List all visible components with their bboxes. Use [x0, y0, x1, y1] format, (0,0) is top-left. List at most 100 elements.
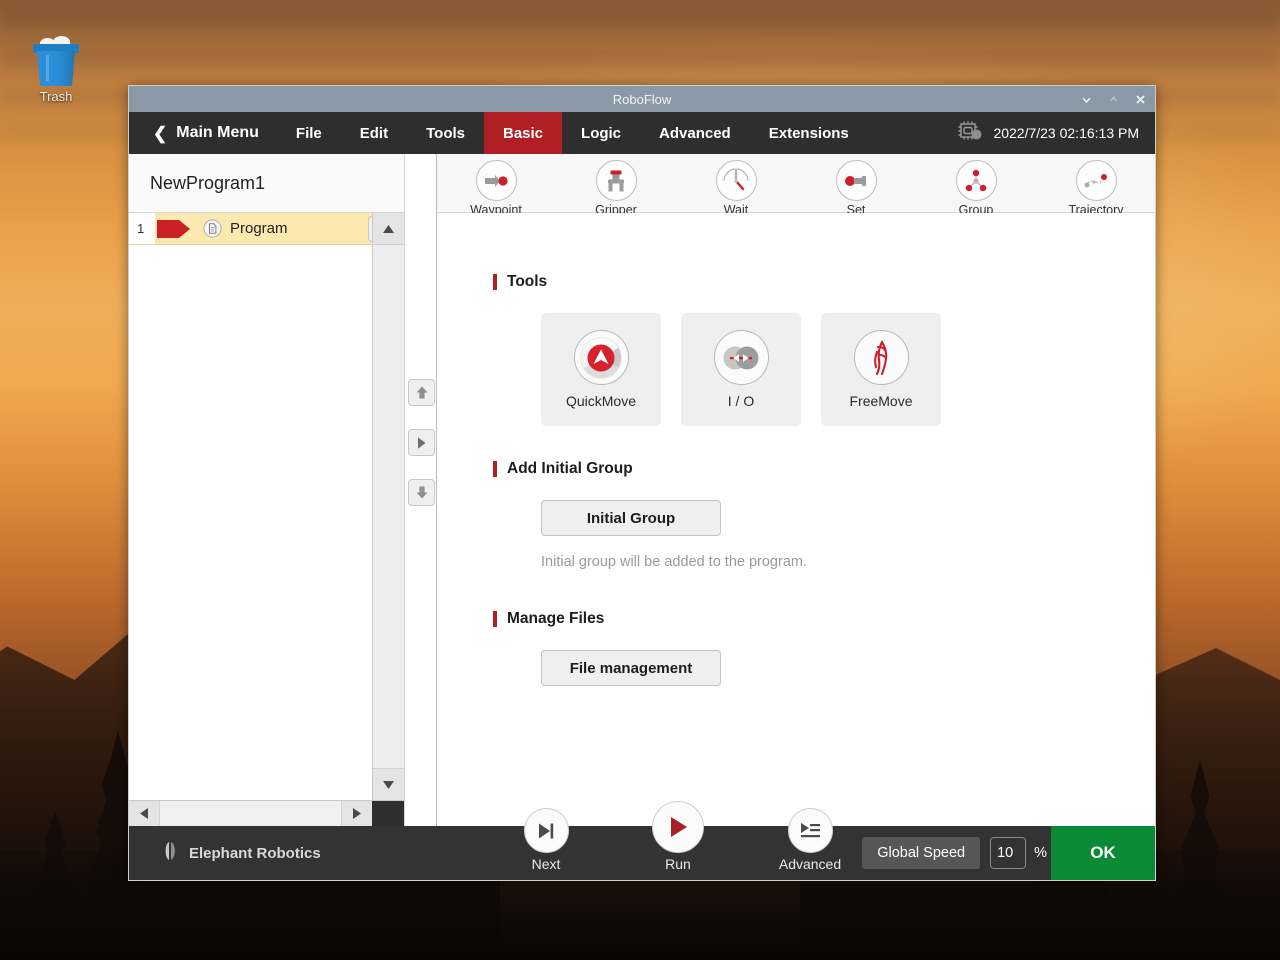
- chevron-down-icon[interactable]: [1080, 93, 1093, 106]
- action-label: Advanced: [765, 856, 855, 880]
- cloud-band: [0, 8, 1280, 42]
- action-buttons: Next Run: [501, 801, 855, 880]
- advanced-button[interactable]: Advanced: [765, 808, 855, 880]
- initial-group-button[interactable]: Initial Group: [541, 500, 721, 536]
- scroll-right-button[interactable]: [342, 801, 372, 826]
- next-button[interactable]: Next: [501, 808, 591, 880]
- tools-card-row: QuickMove: [541, 313, 1155, 426]
- ribbon-toolbar: Waypoint Gripper: [437, 154, 1155, 213]
- run-button[interactable]: Run: [633, 801, 723, 880]
- skip-next-icon: [524, 808, 569, 853]
- quickmove-icon: [574, 330, 629, 385]
- move-into-button[interactable]: [408, 429, 435, 456]
- tree-row-label: Program: [230, 220, 288, 237]
- window-title: RoboFlow: [129, 92, 1155, 107]
- ribbon-item-group[interactable]: Group: [939, 160, 1013, 217]
- tool-label: QuickMove: [566, 393, 636, 409]
- scroll-left-button[interactable]: [129, 801, 159, 826]
- speed-controls: Global Speed %: [862, 837, 1047, 869]
- cpu-chip-icon[interactable]: [957, 120, 983, 147]
- table-row[interactable]: 1 Program: [129, 213, 404, 245]
- trash-icon: [32, 36, 80, 86]
- vertical-scrollbar[interactable]: [372, 213, 404, 800]
- group-icon: [956, 160, 997, 201]
- section-title: Add Initial Group: [507, 460, 633, 478]
- section-accent-bar: [493, 611, 497, 627]
- menu-item-advanced[interactable]: Advanced: [640, 112, 750, 154]
- ok-button[interactable]: OK: [1051, 826, 1155, 880]
- close-icon[interactable]: [1134, 93, 1147, 106]
- ribbon-item-wait[interactable]: Wait: [699, 160, 773, 217]
- horizontal-scrollbar[interactable]: [129, 800, 404, 826]
- section-title: Tools: [507, 273, 547, 291]
- tree-row-index: 1: [129, 213, 155, 244]
- bottom-toolbar: Elephant Robotics Next: [129, 826, 1155, 880]
- ribbon-item-gripper[interactable]: Gripper: [579, 160, 653, 217]
- ribbon-item-set[interactable]: Set: [819, 160, 893, 217]
- section-title: Manage Files: [507, 610, 604, 628]
- chevron-up-icon[interactable]: [1107, 93, 1120, 106]
- scrollbar-thumb[interactable]: [159, 801, 342, 826]
- desktop: Trash RoboFlow ❮ Main Menu Fil: [0, 0, 1280, 960]
- trajectory-icon: [1076, 160, 1117, 201]
- file-management-button[interactable]: File management: [541, 650, 721, 686]
- io-icon: [714, 330, 769, 385]
- percent-label: %: [1034, 845, 1047, 861]
- advanced-list-icon: [788, 808, 833, 853]
- menu-item-edit[interactable]: Edit: [341, 112, 407, 154]
- tool-card-freemove[interactable]: FreeMove: [821, 313, 941, 426]
- ribbon-item-trajectory[interactable]: Trajectory: [1059, 160, 1133, 217]
- section-accent-bar: [493, 461, 497, 477]
- program-tree: 1 Program: [129, 213, 404, 800]
- scroll-down-button[interactable]: [373, 768, 404, 800]
- clock-label: 2022/7/23 02:16:13 PM: [993, 125, 1139, 141]
- window-body: NewProgram1 1: [129, 154, 1155, 826]
- speed-input[interactable]: [990, 837, 1026, 869]
- gripper-icon: [596, 160, 637, 201]
- menu-label: Basic: [503, 125, 543, 142]
- menu-item-file[interactable]: File: [277, 112, 341, 154]
- menu-item-basic[interactable]: Basic: [484, 112, 562, 154]
- menu-label: File: [296, 125, 322, 142]
- action-label: Run: [633, 856, 723, 880]
- tool-card-io[interactable]: I / O: [681, 313, 801, 426]
- scrollbar-track[interactable]: [373, 245, 404, 768]
- waypoint-icon: [476, 160, 517, 201]
- window-titlebar: RoboFlow: [129, 86, 1155, 112]
- document-icon: [203, 219, 222, 238]
- cloud-band: [0, 52, 1280, 74]
- menu-item-tools[interactable]: Tools: [407, 112, 484, 154]
- menu-item-extensions[interactable]: Extensions: [750, 112, 868, 154]
- brand-label: Elephant Robotics: [189, 845, 321, 862]
- menubar: ❮ Main Menu File Edit Tools Basic Logic …: [129, 112, 1155, 154]
- global-speed-button[interactable]: Global Speed: [862, 837, 980, 869]
- move-down-button[interactable]: [408, 479, 435, 506]
- tool-label: FreeMove: [849, 393, 912, 409]
- tool-card-quickmove[interactable]: QuickMove: [541, 313, 661, 426]
- desktop-icon-label: Trash: [24, 89, 88, 104]
- brand: Elephant Robotics: [161, 840, 321, 867]
- move-up-button[interactable]: [408, 379, 435, 406]
- initial-group-hint: Initial group will be added to the progr…: [541, 554, 1155, 570]
- elephant-logo-icon: [161, 840, 181, 867]
- section-header-manage-files: Manage Files: [493, 610, 1155, 628]
- scroll-up-button[interactable]: [373, 213, 404, 245]
- menu-label: Advanced: [659, 125, 731, 142]
- reorder-rail: [405, 154, 437, 826]
- section-accent-bar: [493, 274, 497, 290]
- desktop-icon-trash[interactable]: Trash: [24, 36, 88, 104]
- tool-label: I / O: [728, 393, 754, 409]
- content-panel: Waypoint Gripper: [437, 154, 1155, 826]
- roboflow-window: RoboFlow ❮ Main Menu File Edit Tools: [128, 85, 1156, 881]
- main-menu-button[interactable]: ❮ Main Menu: [129, 112, 277, 154]
- freemove-icon: [854, 330, 909, 385]
- set-icon: [836, 160, 877, 201]
- menu-item-logic[interactable]: Logic: [562, 112, 640, 154]
- wait-clock-icon: [716, 160, 757, 201]
- menu-label: Edit: [360, 125, 388, 142]
- chevron-left-icon: ❮: [153, 125, 167, 142]
- ribbon-item-waypoint[interactable]: Waypoint: [459, 160, 533, 217]
- play-icon: [652, 801, 704, 853]
- main-menu-label: Main Menu: [176, 124, 259, 142]
- menu-label: Extensions: [769, 125, 849, 142]
